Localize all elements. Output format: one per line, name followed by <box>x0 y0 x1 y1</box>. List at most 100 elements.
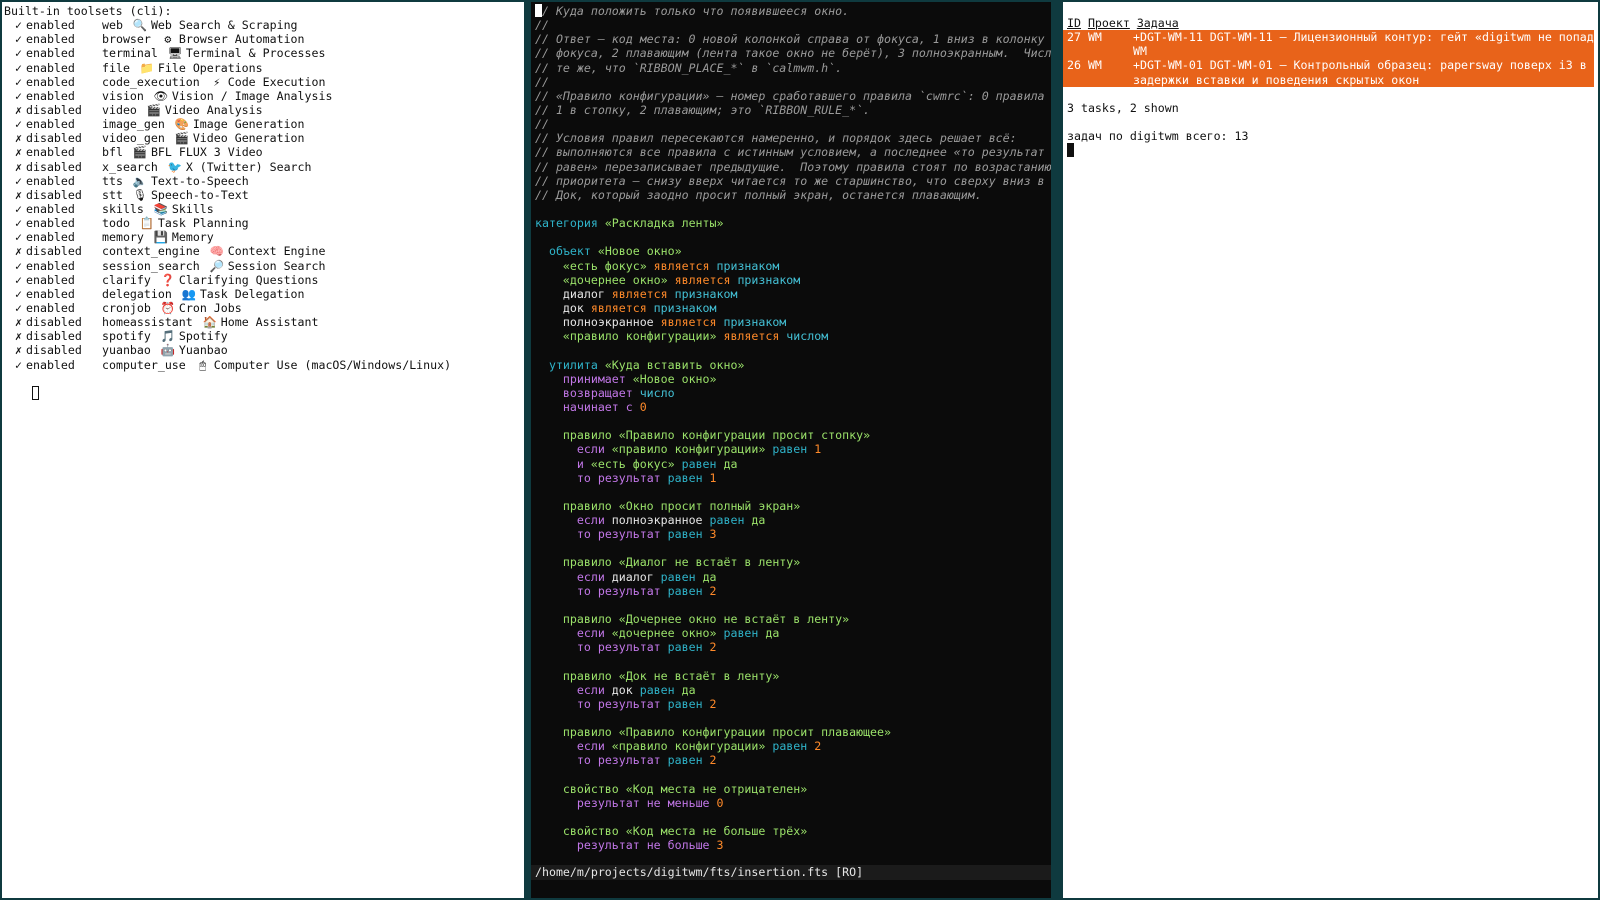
code-token: равен <box>723 626 766 641</box>
status-mark-icon: ✗ <box>15 244 22 259</box>
toolset-row-yuanbao: ✗ disabled yuanbao 🤖 Yuanbao <box>4 343 524 357</box>
code-line: диалог является признаком <box>535 287 1051 301</box>
toolset-name: browser <box>102 32 151 47</box>
toolset-name: video_gen <box>102 131 165 146</box>
code-token: числом <box>786 329 829 344</box>
toolset-status: disabled <box>26 343 82 358</box>
code-token: результат <box>576 795 647 810</box>
task-row-continuation[interactable]: задержки вставки и поведения скрытых око… <box>1063 72 1594 87</box>
code-token: число <box>639 385 675 400</box>
task-title-continuation: WM <box>1133 44 1147 59</box>
status-mark-icon: ✓ <box>15 201 22 216</box>
code-token: результат <box>597 696 668 711</box>
code-token: полноэкранное <box>535 315 661 330</box>
toolset-row-stt: ✗ disabled stt 🎙 Speech-to-Text <box>4 188 524 202</box>
toolset-description: BFL FLUX 3 Video <box>150 145 263 160</box>
code-token: «есть фокус» <box>590 456 682 471</box>
code-token: «Новое окно» <box>597 244 682 259</box>
toolset-status: disabled <box>26 102 82 117</box>
toolset-status: enabled <box>26 74 75 89</box>
code-token: 0 <box>639 399 647 414</box>
task-list-pane[interactable]: ID Проект Задача 27 WM +DGT-WM-11 DGT-WM-… <box>1063 2 1598 898</box>
toolset-status: disabled <box>26 159 82 174</box>
code-line: утилита «Куда вставить окно» <box>535 358 1051 372</box>
code-token: // 1 в стопку, 2 плавающим; это `RIBBON_… <box>535 102 871 117</box>
status-mark-icon: ✓ <box>15 216 22 231</box>
toolset-icon: ⏰ <box>160 300 176 315</box>
code-line: // 1 в стопку, 2 плавающим; это `RIBBON_… <box>535 103 1051 117</box>
code-token: начинает с <box>562 399 640 414</box>
code-line: «правило конфигурации» является числом <box>535 329 1051 343</box>
code-line: «есть фокус» является признаком <box>535 259 1051 273</box>
toolset-row-video-gen: ✗ disabled video_gen 🎬 Video Generation <box>4 131 524 145</box>
code-token: 2 <box>709 753 717 768</box>
toolsets-terminal-pane[interactable]: Built-in toolsets (cli): ✓ enabled web 🔍 Web… <box>2 2 524 898</box>
code-token: // те же, что `RIBBON_PLACE_*` в `calmwm… <box>535 60 843 75</box>
code-token: то <box>576 527 598 542</box>
toolset-status: enabled <box>26 117 75 132</box>
code-view[interactable]: / Куда положить только что появившееся о… <box>535 4 1051 874</box>
toolset-row-terminal: ✓ enabled terminal 🖥 Terminal & Processes <box>4 46 524 60</box>
status-mark-icon: ✓ <box>15 272 22 287</box>
toolset-icon: 🎙 <box>132 187 148 202</box>
code-line: то результат равен 3 <box>535 527 1051 541</box>
code-token: то <box>576 753 598 768</box>
code-token: если <box>576 569 612 584</box>
toolset-status: enabled <box>26 272 75 287</box>
code-editor-pane[interactable]: / Куда положить только что появившееся о… <box>531 2 1051 898</box>
toolset-status: enabled <box>26 258 75 273</box>
toolset-description: Terminal & Processes <box>185 46 326 61</box>
status-mark-icon: ✓ <box>15 60 22 75</box>
editor-cursor <box>535 4 542 17</box>
toolset-name: web <box>102 18 123 33</box>
code-line: // Ответ — код места: 0 новой колонкой с… <box>535 32 1051 46</box>
code-token: равен <box>667 583 710 598</box>
toolset-icon: 📋 <box>139 216 155 231</box>
toolsets-title: Built-in toolsets (cli): <box>4 4 172 18</box>
code-token: «правило конфигурации» <box>562 329 724 344</box>
code-token: док <box>611 682 640 697</box>
toolset-name: stt <box>102 187 123 202</box>
toolset-description: Context Engine <box>227 244 326 259</box>
code-token: 3 <box>709 527 717 542</box>
task-row-continuation[interactable]: WM <box>1063 44 1594 59</box>
code-token: утилита <box>548 357 605 372</box>
task-row[interactable]: 27 WM +DGT-WM-11 DGT-WM-11 — Лицензионный… <box>1063 30 1598 45</box>
code-token: равен <box>667 640 710 655</box>
code-line: если док равен да <box>535 683 1051 697</box>
code-token: // выполняются все правила с истинным ус… <box>535 145 1045 160</box>
code-token: «дочернее окно» <box>562 272 675 287</box>
toolset-row-code-execution: ✓ enabled code_execution ⚡ Code Execution <box>4 75 524 89</box>
code-token: не меньше <box>646 795 717 810</box>
task-id: 26 <box>1067 58 1081 73</box>
code-token: категория <box>535 216 605 231</box>
toolset-name: homeassistant <box>102 315 193 330</box>
code-line: если «правило конфигурации» равен 2 <box>535 739 1051 753</box>
code-token: результат <box>597 640 668 655</box>
toolset-status: enabled <box>26 173 75 188</box>
code-line: начинает с 0 <box>535 400 1051 414</box>
prompt-line <box>1067 143 1598 158</box>
code-token: равен <box>772 442 815 457</box>
code-token: 2 <box>709 640 717 655</box>
editor-status-bar: /home/m/projects/digitwm/fts/insertion.f… <box>531 865 1051 880</box>
toolset-status: enabled <box>26 46 75 61</box>
code-token: «дочернее окно» <box>611 626 724 641</box>
code-token: // приоритета — снизу вверх читается то … <box>535 173 1051 188</box>
code-token: является <box>653 258 717 273</box>
code-token: то <box>576 640 598 655</box>
toolset-icon: 👁 <box>153 88 169 103</box>
toolset-status: enabled <box>26 357 75 372</box>
task-row[interactable]: 26 WM +DGT-WM-01 DGT-WM-01 — Контрольный … <box>1063 58 1598 73</box>
